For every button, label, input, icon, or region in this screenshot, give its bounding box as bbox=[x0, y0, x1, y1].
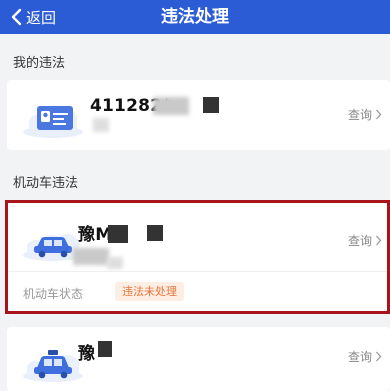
redaction-block bbox=[147, 225, 163, 241]
query-label: 查询 bbox=[347, 108, 372, 122]
chevron-right-icon bbox=[376, 351, 382, 362]
back-label: 返回 bbox=[26, 8, 57, 27]
vehicle-violation-card[interactable]: 豫M 查询 机动车状态 违法未处理 bbox=[7, 203, 390, 311]
taxi-icon bbox=[23, 350, 83, 382]
redaction-blur bbox=[107, 257, 123, 269]
query-button[interactable]: 查询 bbox=[348, 106, 382, 123]
query-button[interactable]: 查询 bbox=[348, 232, 382, 249]
query-label: 查询 bbox=[347, 350, 372, 364]
id-card-icon bbox=[23, 106, 83, 138]
chevron-right-icon bbox=[376, 235, 382, 246]
nav-bar: 返回 违法处理 bbox=[0, 0, 390, 34]
redaction-blur bbox=[93, 118, 109, 132]
id-violation-card[interactable]: 411282* 查询 bbox=[7, 80, 390, 150]
redaction-block bbox=[108, 225, 128, 243]
status-badge: 违法未处理 bbox=[115, 282, 184, 301]
vehicle-violation-card[interactable]: 豫 查询 bbox=[7, 327, 390, 391]
back-button[interactable]: 返回 bbox=[10, 0, 56, 34]
chevron-left-icon bbox=[11, 8, 22, 26]
redaction-blur bbox=[153, 97, 189, 115]
section-label-vehicle-violations: 机动车违法 bbox=[13, 176, 79, 191]
query-label: 查询 bbox=[347, 234, 372, 248]
vehicle-plate: 豫 bbox=[78, 344, 96, 364]
divider bbox=[7, 271, 390, 272]
vehicle-status-label: 机动车状态 bbox=[23, 287, 84, 301]
redaction-block bbox=[98, 341, 112, 357]
query-button[interactable]: 查询 bbox=[348, 348, 382, 365]
redaction-blur bbox=[73, 248, 109, 265]
redaction-block bbox=[203, 97, 219, 113]
page-title: 违法处理 bbox=[161, 7, 229, 27]
chevron-right-icon bbox=[376, 109, 382, 120]
section-label-my-violations: 我的违法 bbox=[13, 56, 66, 71]
